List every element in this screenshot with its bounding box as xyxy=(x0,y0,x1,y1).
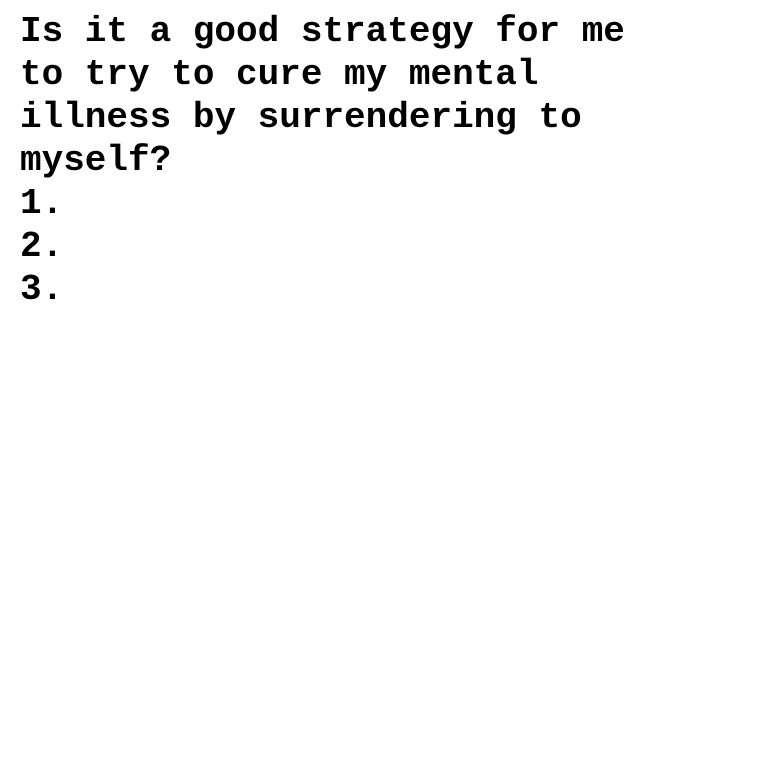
list-item: 1. xyxy=(20,182,740,225)
document: Is it a good strategy for me to try to c… xyxy=(20,10,740,311)
numbered-list: 1. 2. 3. xyxy=(20,182,740,311)
list-item: 3. xyxy=(20,268,740,311)
list-item: 2. xyxy=(20,225,740,268)
question-text: Is it a good strategy for me to try to c… xyxy=(20,11,625,181)
list-item-marker: 1. xyxy=(20,183,64,224)
list-item-marker: 2. xyxy=(20,226,64,267)
list-item-marker: 3. xyxy=(20,269,64,310)
